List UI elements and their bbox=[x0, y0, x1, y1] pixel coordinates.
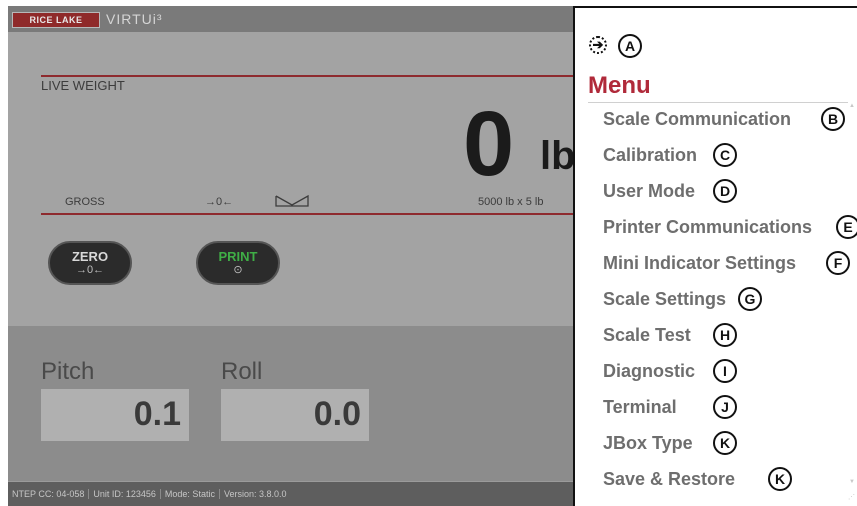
resize-grip-icon: ⋰ bbox=[848, 494, 855, 501]
gross-label: GROSS bbox=[65, 196, 105, 208]
callout-i: I bbox=[713, 359, 737, 383]
capacity-label: 5000 lb x 5 lb bbox=[478, 196, 544, 208]
menu-item-scale-settings[interactable]: Scale Settings bbox=[603, 289, 726, 310]
tilt-panel: Pitch 0.1 Roll 0.0 bbox=[8, 326, 573, 481]
callout-e: E bbox=[836, 215, 857, 239]
ntep-cc-status: NTEP CC: 04-058 bbox=[8, 489, 90, 499]
menu-item-label: Diagnostic bbox=[603, 361, 696, 381]
status-bar: NTEP CC: 04-058 Unit ID: 123456 Mode: Stat… bbox=[8, 482, 573, 506]
standstill-icon bbox=[275, 194, 309, 207]
callout-b: B bbox=[821, 107, 845, 131]
menu-item-label: Save & Restore bbox=[603, 469, 736, 489]
menu-item-label: Scale Settings bbox=[603, 289, 727, 309]
menu-item-label: Calibration bbox=[603, 145, 698, 165]
menu-item-user-mode[interactable]: User Mode bbox=[603, 181, 695, 202]
callout-j: J bbox=[713, 395, 737, 419]
bottom-divider bbox=[41, 213, 573, 215]
pitch-value: 0.1 bbox=[133, 395, 181, 433]
mode-status: Mode: Static bbox=[160, 489, 220, 499]
top-bar: RICE LAKE VIRTUi³ bbox=[8, 6, 573, 32]
callout-a: A bbox=[618, 34, 642, 58]
arrow-right-circle-icon[interactable]: ➔ bbox=[589, 36, 607, 54]
pitch-field: 0.1 bbox=[41, 389, 189, 441]
callout-g: G bbox=[738, 287, 762, 311]
menu-item-diagnostic[interactable]: Diagnostic bbox=[603, 361, 695, 382]
callout-f: F bbox=[826, 251, 850, 275]
scroll-down-icon[interactable]: ▼ bbox=[849, 479, 855, 485]
callout-c: C bbox=[713, 143, 737, 167]
top-divider bbox=[41, 75, 573, 77]
unit-id-status: Unit ID: 123456 bbox=[89, 489, 161, 499]
brand-name: VIRTUi³ bbox=[106, 11, 163, 27]
center-of-zero-indicator: →0← bbox=[205, 196, 234, 208]
menu-panel: ➔ A Menu ▲ Scale Communication B Calibra… bbox=[573, 6, 857, 506]
pitch-label: Pitch bbox=[41, 358, 95, 385]
print-button-label: PRINT bbox=[218, 249, 258, 264]
menu-border-top bbox=[573, 6, 857, 8]
menu-item-terminal[interactable]: Terminal bbox=[603, 397, 677, 418]
roll-label: Roll bbox=[221, 358, 263, 385]
menu-item-label: JBox Type bbox=[603, 433, 693, 453]
screenshot-frame: RICE LAKE VIRTUi³ LIVE WEIGHT 0 lb GROSS… bbox=[8, 6, 857, 506]
callout-d: D bbox=[713, 179, 737, 203]
menu-item-printer-communications[interactable]: Printer Communications bbox=[603, 217, 812, 238]
menu-border-left bbox=[573, 6, 575, 506]
menu-item-mini-indicator-settings[interactable]: Mini Indicator Settings bbox=[603, 253, 796, 274]
print-button[interactable]: PRINT ⊙ bbox=[196, 241, 280, 285]
zero-button[interactable]: ZERO →0← bbox=[48, 241, 132, 285]
scroll-up-icon[interactable]: ▲ bbox=[849, 103, 855, 109]
weight-value: 0 bbox=[463, 93, 515, 195]
menu-item-calibration[interactable]: Calibration bbox=[603, 145, 697, 166]
menu-item-scale-test[interactable]: Scale Test bbox=[603, 325, 691, 346]
roll-value: 0.0 bbox=[313, 395, 361, 433]
menu-item-label: Scale Communication bbox=[603, 109, 792, 129]
callout-h: H bbox=[713, 323, 737, 347]
menu-item-label: Mini Indicator Settings bbox=[603, 253, 797, 273]
background-app: RICE LAKE VIRTUi³ LIVE WEIGHT 0 lb GROSS… bbox=[8, 6, 573, 506]
menu-title-rule bbox=[588, 102, 848, 103]
print-symbol-icon: ⊙ bbox=[233, 264, 243, 276]
menu-item-label: Printer Communications bbox=[603, 217, 813, 237]
menu-item-save-restore[interactable]: Save & Restore bbox=[603, 469, 735, 490]
live-weight-title: LIVE WEIGHT bbox=[41, 78, 125, 93]
callout-k-2: K bbox=[768, 467, 792, 491]
menu-item-scale-communication[interactable]: Scale Communication bbox=[603, 109, 791, 130]
menu-title: Menu bbox=[588, 72, 651, 99]
zero-symbol-icon: →0← bbox=[75, 264, 105, 276]
version-status: Version: 3.8.0.0 bbox=[223, 489, 287, 499]
menu-item-label: User Mode bbox=[603, 181, 696, 201]
zero-button-label: ZERO bbox=[71, 249, 109, 264]
menu-item-label: Terminal bbox=[603, 397, 677, 417]
rice-lake-logo: RICE LAKE bbox=[12, 12, 100, 28]
roll-field: 0.0 bbox=[221, 389, 369, 441]
menu-item-label: Scale Test bbox=[603, 325, 691, 345]
menu-item-jbox-type[interactable]: JBox Type bbox=[603, 433, 693, 454]
callout-k: K bbox=[713, 431, 737, 455]
weight-unit: lb bbox=[540, 134, 573, 178]
